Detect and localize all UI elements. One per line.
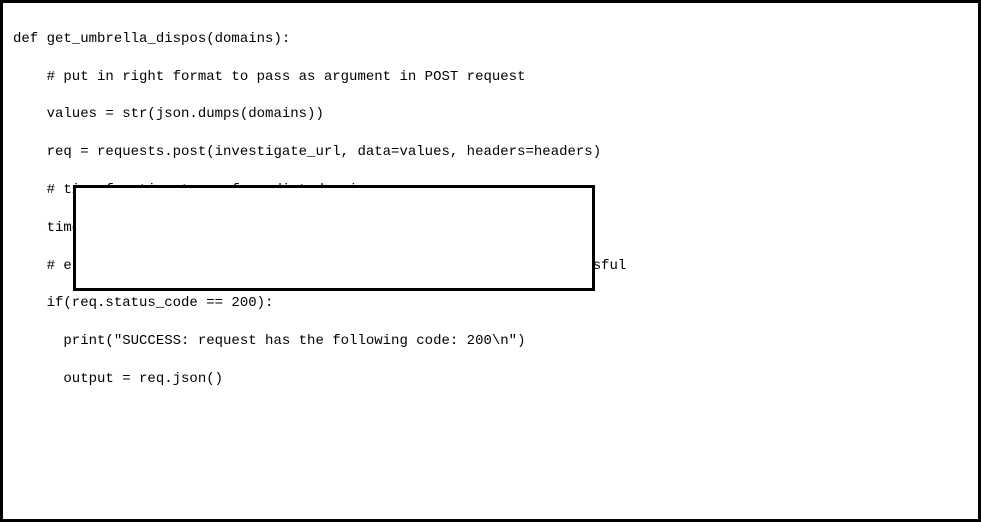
redacted-gap — [13, 408, 968, 522]
code-line: # put in right format to pass as argumen… — [13, 68, 968, 87]
code-line: output = req.json() — [13, 370, 968, 389]
code-container: def get_umbrella_dispos(domains): # put … — [0, 0, 981, 522]
code-line: if(req.status_code == 200): — [13, 294, 968, 313]
code-line: values = str(json.dumps(domains)) — [13, 105, 968, 124]
code-line: req = requests.post(investigate_url, dat… — [13, 143, 968, 162]
code-line: print("SUCCESS: request has the followin… — [13, 332, 968, 351]
code-line: def get_umbrella_dispos(domains): — [13, 30, 968, 49]
redacted-box — [73, 185, 595, 291]
